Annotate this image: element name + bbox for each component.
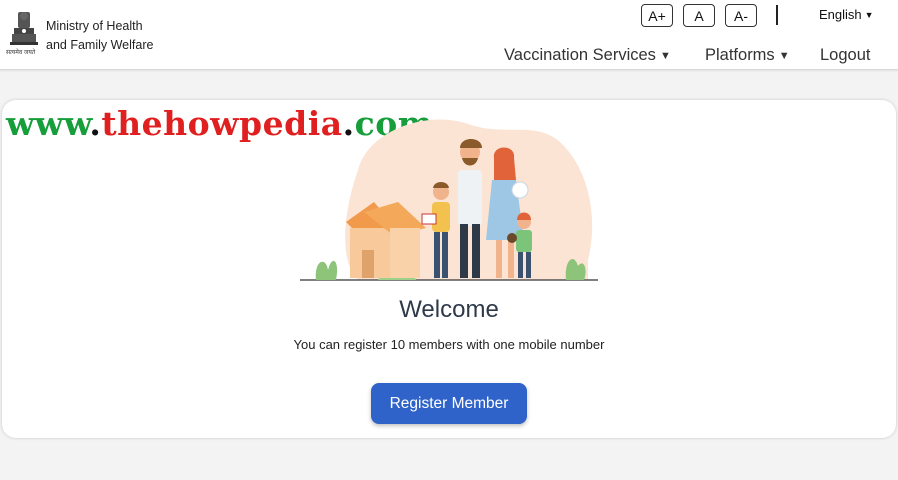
nav-logout[interactable]: Logout [820,46,870,65]
welcome-subtitle: You can register 10 members with one mob… [293,337,605,352]
font-reset-button[interactable]: A [683,4,715,27]
chevron-down-icon: ▼ [659,49,671,62]
welcome-heading: Welcome [399,296,499,323]
chevron-down-icon: ▼ [864,9,874,20]
nav-platforms[interactable]: Platforms ▼ [705,46,790,65]
chevron-down-icon: ▼ [778,49,790,62]
font-decrease-button[interactable]: A- [725,4,757,27]
watermark-www: www [6,104,90,143]
ministry-line-2: and Family Welfare [46,38,154,52]
family-illustration [300,119,598,281]
nav-vaccination-label: Vaccination Services [504,46,656,64]
ministry-name: Ministry of Health and Family Welfare [46,17,153,55]
nav-vaccination-services[interactable]: Vaccination Services ▼ [504,46,671,65]
language-label: English [819,7,862,22]
font-increase-button[interactable]: A+ [641,4,673,27]
emblem-motto: सत्यमेव जयते [6,50,36,56]
nav-logout-label: Logout [820,46,871,64]
watermark-dot-1: . [89,104,102,143]
top-header: सत्यमेव जयते Ministry of Health and Fami… [0,0,898,70]
nav-platforms-label: Platforms [705,46,775,64]
language-selector[interactable]: English ▼ [819,7,874,22]
header-divider [776,5,778,25]
register-member-button[interactable]: Register Member [371,383,527,424]
ministry-line-1: Ministry of Health [46,19,143,33]
